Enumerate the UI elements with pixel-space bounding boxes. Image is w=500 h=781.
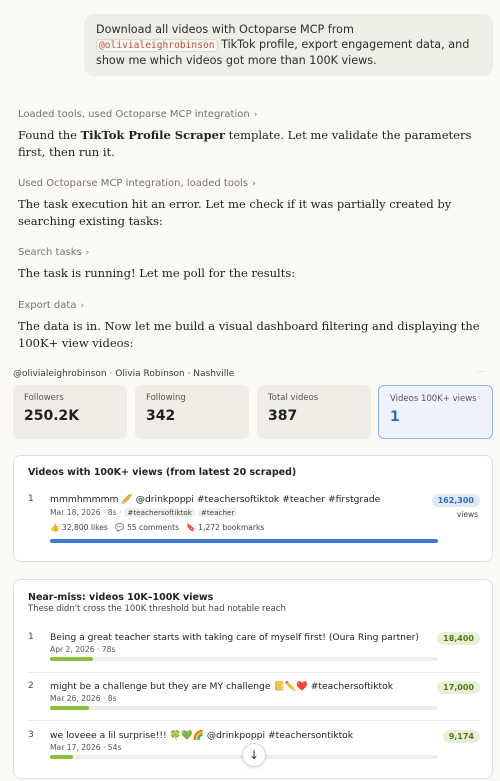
chevron-right-icon: › [80,301,85,311]
card-title: Near-miss: videos 10K–100K views [28,592,214,603]
views-bar-fill [50,539,438,543]
stat-label: Followers [24,393,64,403]
tool-call-toggle-4[interactable]: Export data › [18,300,84,311]
views-bar-track [50,657,438,661]
stat-label: Following [146,393,186,403]
profile-summary: @olivialeighrobinson · Olivia Robinson ·… [13,369,235,379]
video-row[interactable]: 1 mmmhmmmm 🥖 @drinkpoppi #teachersoftikt… [28,494,480,554]
stat-videos-100k: Videos 100K+ views 1 [378,385,493,439]
engagement-stats: 👍 32,800 likes 💬 55 comments 🔖 1,272 boo… [50,523,264,532]
card-title: Videos with 100K+ views (from latest 20 … [28,467,297,478]
row-number: 3 [28,730,34,740]
views-unit-label: views [456,510,478,519]
stat-followers: Followers 250.2K [13,385,127,439]
video-meta: Apr 2, 2026 · 78s [50,645,116,654]
stat-value: 250.2K [24,408,80,424]
views-bar-track [50,706,438,710]
video-row[interactable]: 1 Being a great teacher starts with taki… [28,632,480,662]
template-name: TikTok Profile Scraper [80,128,226,142]
user-message-text-start: Download all videos with Octoparse MCP f… [96,23,354,36]
tool-call-toggle-1[interactable]: Loaded tools, used Octoparse MCP integra… [18,109,257,120]
video-meta: Mar 18, 2026 · 8s · #teachersoftiktok #tea… [50,508,238,517]
assistant-message-3: The task is running! Let me poll for the… [18,266,296,280]
stat-total-videos: Total videos 387 [257,385,371,439]
stat-label: Total videos [268,393,319,403]
chevron-right-icon: › [85,248,90,258]
tool-call-toggle-3[interactable]: Search tasks › [18,247,89,258]
video-title: mmmhmmmm 🥖 @drinkpoppi #teachersoftiktok… [50,494,381,505]
video-title: Being a great teacher starts with taking… [50,632,420,643]
hashtag-tag: #teachersoftiktok [124,508,195,517]
assistant-message-4: The data is in. Now let me build a visua… [18,319,480,350]
row-divider [28,672,480,673]
top-videos-card: Videos with 100K+ views (from latest 20 … [13,455,493,562]
row-number: 1 [28,632,34,642]
user-message-bubble: Download all videos with Octoparse MCP f… [84,14,493,76]
stat-following: Following 342 [135,385,249,439]
views-bar-fill [50,657,93,661]
assistant-message-1: Found the TikTok Profile Scraper templat… [18,128,472,159]
more-dots-icon: ··· [476,367,486,378]
views-bar-track [50,539,438,543]
views-badge: 162,300 [431,494,480,507]
row-number: 2 [28,681,34,691]
row-divider [28,720,480,721]
video-meta: Mar 26, 2026 · 8s [50,694,117,703]
likes-count: 👍 32,800 likes [50,523,108,532]
views-badge: 18,400 [437,632,480,645]
views-badge: 9,174 [442,730,480,743]
row-number: 1 [28,494,34,504]
stat-value: 342 [146,408,176,424]
chevron-right-icon: › [253,110,258,120]
arrow-down-icon: ↓ [248,748,260,762]
tool-call-toggle-2[interactable]: Used Octoparse MCP integration, loaded t… [18,178,256,189]
bookmarks-count: 🔖 1,272 bookmarks [186,523,265,532]
tool-call-label: Used Octoparse MCP integration, loaded t… [18,178,249,189]
views-badge: 17,000 [437,681,480,694]
video-meta: Mar 17, 2026 · 54s [50,743,122,752]
views-bar-fill [50,706,89,710]
assistant-message-2: The task execution hit an error. Let me … [18,197,452,228]
video-title: we loveee a lil surprise!!! 🍀💚🌈 @drinkpo… [50,730,354,741]
scroll-down-button[interactable]: ↓ [242,743,266,767]
card-subtitle: These didn't cross the 100K threshold bu… [28,604,286,614]
comments-count: 💬 55 comments [115,523,180,532]
stat-value: 1 [390,409,400,425]
video-title: might be a challenge but they are MY cha… [50,681,394,692]
tool-call-label: Export data [18,300,77,311]
chevron-right-icon: › [252,179,256,189]
tool-call-label: Search tasks [18,247,82,258]
tool-call-label: Loaded tools, used Octoparse MCP integra… [18,109,250,120]
stat-label: Videos 100K+ views [390,394,477,404]
stat-value: 387 [268,408,298,424]
profile-handle-code: @olivialeighrobinson [96,39,218,52]
views-bar-fill [50,755,74,759]
hashtag-tag: #teacher [197,508,238,517]
video-row[interactable]: 2 might be a challenge but they are MY c… [28,681,480,711]
